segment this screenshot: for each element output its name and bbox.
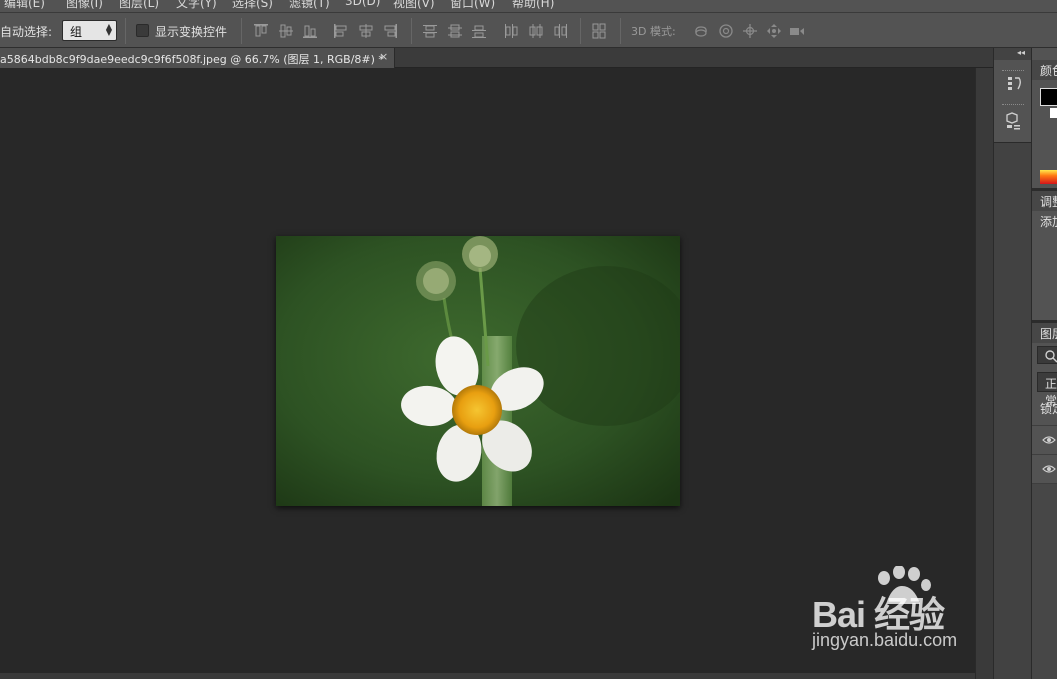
align-vcenter-icon[interactable] [278, 23, 294, 39]
adjustments-add-label: 添加 [1040, 215, 1057, 229]
color-panel-title: 颜色 [1040, 64, 1057, 78]
separator [411, 18, 412, 44]
3d-scale-icon[interactable] [789, 23, 805, 39]
adjustments-panel-title: 调整 [1040, 195, 1057, 209]
eye-icon[interactable] [1042, 435, 1056, 445]
menu-view[interactable]: 视图(V) [393, 0, 435, 11]
show-transform-checkbox[interactable] [136, 24, 149, 37]
menu-layer[interactable]: 图层(L) [119, 0, 159, 11]
align-left-icon[interactable] [333, 23, 349, 39]
blend-mode-dropdown[interactable]: 正常 [1037, 372, 1057, 408]
auto-select-label: 自动选择: [0, 25, 53, 39]
distribute-vcenter-icon[interactable] [447, 23, 463, 39]
auto-select-dropdown[interactable]: 组 ▲ ▼ [62, 20, 117, 41]
show-transform-label: 显示变换控件 [155, 25, 228, 39]
menu-edit[interactable]: 编辑(E) [4, 0, 45, 11]
search-icon [1045, 350, 1057, 363]
layers-empty-area [1032, 483, 1057, 679]
3d-pan-icon[interactable] [742, 23, 758, 39]
dock-grip[interactable] [1002, 104, 1024, 106]
distribute-bottom-icon[interactable] [471, 23, 487, 39]
distribute-top-icon[interactable] [422, 23, 438, 39]
separator [125, 18, 126, 44]
menu-help[interactable]: 帮助(H) [512, 0, 554, 11]
baidu-jingyan-watermark: Bai 经验 jingyan.baidu.com [812, 566, 1012, 656]
menu-3d[interactable]: 3D(D) [345, 0, 380, 8]
layer-filter-field[interactable] [1037, 346, 1057, 364]
layer-row[interactable] [1032, 454, 1057, 483]
distribute-right-icon[interactable] [552, 23, 568, 39]
layers-panel-title: 图层 [1040, 327, 1057, 341]
align-right-icon[interactable] [382, 23, 398, 39]
foreground-color-swatch[interactable] [1040, 88, 1057, 106]
auto-align-icon[interactable] [591, 23, 607, 39]
close-icon[interactable]: × [379, 50, 388, 63]
distribute-left-icon[interactable] [503, 23, 519, 39]
menu-select[interactable]: 选择(S) [232, 0, 273, 11]
background-color-swatch[interactable] [1050, 108, 1057, 118]
3d-slide-icon[interactable] [766, 23, 782, 39]
menu-bar: 编辑(E) 图像(I) 图层(L) 文字(Y) 选择(S) 滤镜(T) 3D(D… [0, 0, 1057, 12]
document-tab-strip: a5864bdb8c9f9dae9eedc9c9f6f508f.jpeg @ 6… [0, 48, 993, 68]
separator [241, 18, 242, 44]
menu-image[interactable]: 图像(I) [66, 0, 103, 11]
menu-window[interactable]: 窗口(W) [450, 0, 495, 11]
properties-panel-icon[interactable] [997, 109, 1029, 135]
auto-select-value: 组 [70, 25, 83, 39]
document-image[interactable] [276, 236, 680, 506]
watermark-url: jingyan.baidu.com [812, 630, 958, 650]
collapse-panels-icon[interactable]: ◂◂ [1017, 48, 1031, 58]
eye-icon[interactable] [1042, 464, 1056, 474]
document-tab[interactable]: a5864bdb8c9f9dae9eedc9c9f6f508f.jpeg @ 6… [0, 48, 395, 68]
distribute-hcenter-icon[interactable] [528, 23, 544, 39]
document-tab-label: a5864bdb8c9f9dae9eedc9c9f6f508f.jpeg @ 6… [0, 53, 384, 66]
adjustments-panel-header[interactable]: 调整 [1032, 191, 1057, 211]
align-hcenter-icon[interactable] [358, 23, 374, 39]
3d-rotate-icon[interactable] [693, 23, 709, 39]
align-top-icon[interactable] [253, 23, 269, 39]
color-spectrum[interactable] [1040, 170, 1057, 184]
options-bar: 自动选择: 组 ▲ ▼ 显示变换控件 3D 模式: [0, 12, 1057, 48]
menu-type[interactable]: 文字(Y) [176, 0, 217, 11]
side-panels: 颜色 调整 添加 图层 正常 锁定 [1031, 48, 1057, 679]
separator [620, 18, 621, 44]
lock-label: 锁定 [1040, 402, 1057, 416]
history-panel-icon[interactable] [997, 72, 1029, 98]
updown-arrow-icon: ▲ ▼ [105, 22, 112, 37]
horizontal-scrollbar[interactable] [0, 673, 975, 679]
menu-filter[interactable]: 滤镜(T) [289, 0, 330, 11]
separator [580, 18, 581, 44]
align-bottom-icon[interactable] [302, 23, 318, 39]
layers-panel-header[interactable]: 图层 [1032, 323, 1057, 343]
3d-mode-label: 3D 模式: [631, 25, 676, 38]
3d-roll-icon[interactable] [718, 23, 734, 39]
color-panel-header[interactable]: 颜色 [1032, 60, 1057, 80]
layer-row[interactable] [1032, 425, 1057, 454]
